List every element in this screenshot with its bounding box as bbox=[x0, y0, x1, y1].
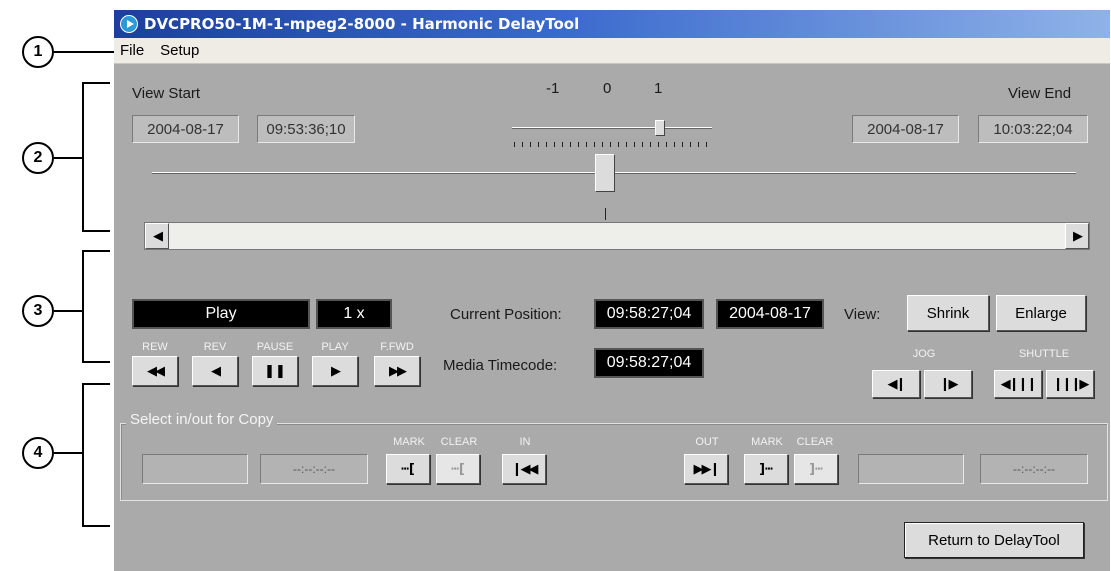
view-end-time: 10:03:22;04 bbox=[978, 115, 1088, 143]
go-to-out-button[interactable]: ▶▶❙ bbox=[684, 454, 728, 484]
reverse-button[interactable]: ◀ bbox=[192, 356, 238, 386]
timeline-position-tick bbox=[605, 208, 606, 220]
jog-label: JOG bbox=[912, 348, 936, 360]
pause-icon: ❚❚ bbox=[264, 363, 286, 379]
bracket-4 bbox=[82, 383, 110, 527]
mark-in-button[interactable]: ┅[ bbox=[386, 454, 430, 484]
pause-label: PAUSE bbox=[256, 341, 294, 353]
skip-forward-icon: ▶▶❙ bbox=[693, 461, 721, 477]
mark-in-icon: ┅[ bbox=[401, 461, 415, 477]
shrink-button[interactable]: Shrink bbox=[907, 295, 989, 331]
left-arrow-icon: ◀ bbox=[153, 228, 163, 244]
clear-in-button[interactable]: ┅[ bbox=[436, 454, 480, 484]
media-timecode-display: 09:58:27;04 bbox=[594, 348, 704, 378]
pause-button[interactable]: ❚❚ bbox=[252, 356, 298, 386]
view-end-date: 2004-08-17 bbox=[852, 115, 959, 143]
callout-4: 4 bbox=[22, 437, 54, 469]
menu-bar: File Setup bbox=[114, 38, 1110, 64]
callout-3-leader bbox=[54, 310, 82, 312]
speed-slider-track bbox=[512, 127, 712, 129]
speed-slider-ticks bbox=[514, 142, 708, 147]
speed-slider[interactable] bbox=[512, 118, 712, 154]
view-start-label: View Start bbox=[132, 85, 201, 102]
clear-in-icon: ┅[ bbox=[451, 461, 465, 477]
right-arrow-icon: ▶ bbox=[1073, 228, 1083, 244]
in-label: IN bbox=[519, 436, 531, 448]
out-label: OUT bbox=[695, 436, 719, 448]
speed-label-minus1: -1 bbox=[546, 80, 560, 97]
callout-1: 1 bbox=[22, 36, 54, 68]
jog-back-icon: ◀❙ bbox=[887, 376, 907, 392]
bracket-3 bbox=[82, 250, 110, 363]
menu-file[interactable]: File bbox=[114, 42, 154, 59]
callout-4-leader bbox=[54, 452, 82, 454]
mark-in-label: MARK bbox=[393, 436, 425, 448]
callout-2: 2 bbox=[22, 142, 54, 174]
copy-out-date-field[interactable] bbox=[858, 454, 964, 484]
skip-back-icon: ❙◀◀ bbox=[511, 461, 539, 477]
window-title: DVCPRO50-1M-1-mpeg2-8000 - Harmonic Dela… bbox=[144, 15, 580, 33]
jog-back-button[interactable]: ◀❙ bbox=[872, 370, 920, 398]
mark-out-button[interactable]: ]┅ bbox=[744, 454, 788, 484]
play-button[interactable]: ▶ bbox=[312, 356, 358, 386]
shuttle-forward-button[interactable]: ❙❙❙▶ bbox=[1046, 370, 1094, 398]
scroll-right-button[interactable]: ▶ bbox=[1065, 223, 1089, 249]
rewind-icon: ◀◀ bbox=[147, 363, 165, 379]
view-start-time: 09:53:36;10 bbox=[257, 115, 355, 143]
mark-out-icon: ]┅ bbox=[759, 461, 773, 477]
timeline-thumb[interactable] bbox=[595, 154, 615, 192]
go-to-in-button[interactable]: ❙◀◀ bbox=[502, 454, 546, 484]
clear-out-button[interactable]: ]┅ bbox=[794, 454, 838, 484]
shuttle-label: SHUTTLE bbox=[1018, 348, 1070, 360]
play-icon: ▶ bbox=[331, 363, 341, 379]
view-end-label: View End bbox=[1008, 85, 1072, 102]
copy-group-title: Select in/out for Copy bbox=[126, 411, 278, 428]
horizontal-scrollbar[interactable]: ◀ ▶ bbox=[144, 222, 1090, 250]
copy-out-time-field[interactable]: --:--:--:-- bbox=[980, 454, 1088, 484]
reverse-icon: ◀ bbox=[211, 363, 221, 379]
rev-label: REV bbox=[203, 341, 227, 353]
return-to-delaytool-button[interactable]: Return to DelayTool bbox=[904, 522, 1084, 558]
jog-forward-icon: ❙▶ bbox=[939, 376, 959, 392]
callout-2-leader bbox=[54, 157, 82, 159]
scroll-left-button[interactable]: ◀ bbox=[145, 223, 169, 249]
play-state-display: Play bbox=[132, 299, 310, 329]
shuttle-back-button[interactable]: ◀❙❙❙ bbox=[994, 370, 1042, 398]
current-position-date: 2004-08-17 bbox=[716, 299, 824, 329]
clear-out-icon: ]┅ bbox=[809, 461, 823, 477]
play-rate-display: 1 x bbox=[316, 299, 392, 329]
ffwd-label: F.FWD bbox=[380, 341, 414, 353]
copy-in-time-field[interactable]: --:--:--:-- bbox=[260, 454, 368, 484]
callout-1-leader bbox=[54, 51, 114, 53]
timeline-slider[interactable] bbox=[152, 150, 1076, 230]
callout-3: 3 bbox=[22, 295, 54, 327]
clear-out-label: CLEAR bbox=[796, 436, 834, 448]
view-start-date: 2004-08-17 bbox=[132, 115, 239, 143]
menu-setup[interactable]: Setup bbox=[154, 42, 209, 59]
current-position-time: 09:58:27;04 bbox=[594, 299, 704, 329]
app-icon bbox=[120, 15, 138, 33]
mark-out-label: MARK bbox=[751, 436, 783, 448]
rewind-button[interactable]: ◀◀ bbox=[132, 356, 178, 386]
play-label: PLAY bbox=[321, 341, 349, 353]
media-timecode-label: Media Timecode: bbox=[443, 357, 558, 374]
shuttle-back-icon: ◀❙❙❙ bbox=[1000, 376, 1038, 392]
fast-forward-icon: ▶▶ bbox=[389, 363, 407, 379]
view-label: View: bbox=[844, 306, 881, 323]
rew-label: REW bbox=[142, 341, 168, 353]
delaytool-window: DVCPRO50-1M-1-mpeg2-8000 - Harmonic Dela… bbox=[114, 10, 1110, 571]
fast-forward-button[interactable]: ▶▶ bbox=[374, 356, 420, 386]
title-bar[interactable]: DVCPRO50-1M-1-mpeg2-8000 - Harmonic Dela… bbox=[114, 10, 1110, 38]
speed-slider-thumb[interactable] bbox=[655, 120, 665, 136]
copy-in-date-field[interactable] bbox=[142, 454, 248, 484]
shuttle-forward-icon: ❙❙❙▶ bbox=[1052, 376, 1090, 392]
clear-in-label: CLEAR bbox=[440, 436, 478, 448]
speed-label-1: 1 bbox=[654, 80, 663, 97]
speed-label-0: 0 bbox=[603, 80, 612, 97]
jog-forward-button[interactable]: ❙▶ bbox=[924, 370, 972, 398]
current-position-label: Current Position: bbox=[450, 306, 562, 323]
bracket-2 bbox=[82, 82, 110, 232]
enlarge-button[interactable]: Enlarge bbox=[996, 295, 1086, 331]
